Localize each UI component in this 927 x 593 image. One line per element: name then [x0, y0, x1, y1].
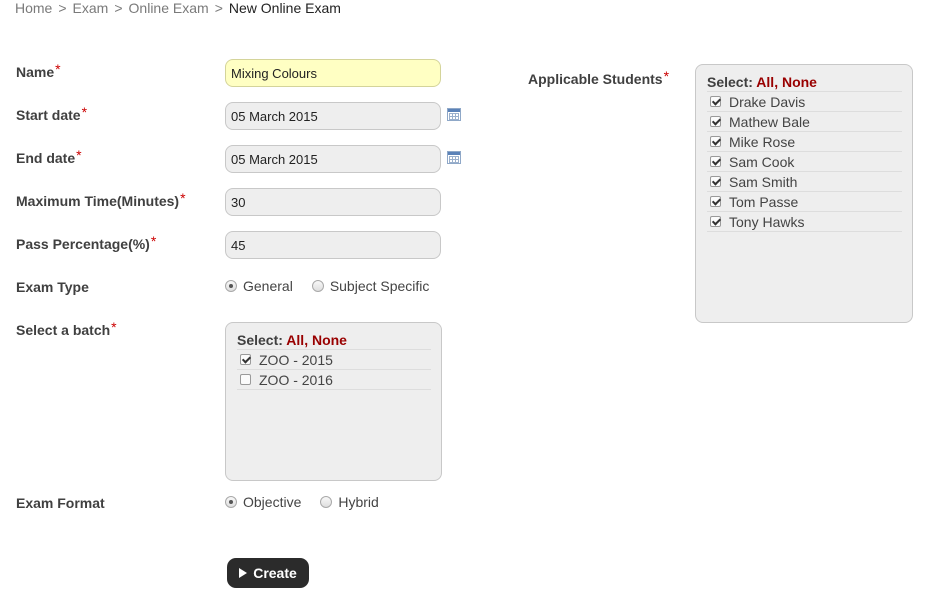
required-mark: * [150, 233, 157, 249]
batch-label: Select a batch* [16, 319, 117, 338]
exam-type-general-option[interactable]: General [225, 278, 293, 294]
exam-format-objective-radio[interactable] [225, 496, 237, 508]
exam-format-radio-group: Objective Hybrid [225, 494, 398, 510]
students-select-all-link[interactable]: All [756, 74, 774, 90]
student-checkbox[interactable] [710, 116, 721, 127]
batch-list: ZOO - 2015 ZOO - 2016 [237, 349, 431, 390]
breadcrumb-exam[interactable]: Exam [73, 0, 109, 16]
batch-item-label: ZOO - 2015 [259, 351, 333, 368]
name-label: Name* [16, 61, 61, 80]
max-time-input[interactable] [225, 188, 441, 216]
batch-checkbox[interactable] [240, 374, 251, 385]
start-date-label-text: Start date [16, 107, 81, 123]
breadcrumb-online-exam[interactable]: Online Exam [129, 0, 209, 16]
student-item-label: Tom Passe [729, 193, 799, 210]
batch-item[interactable]: ZOO - 2016 [237, 370, 431, 390]
required-mark: * [180, 190, 186, 206]
students-label: Applicable Students* [528, 68, 670, 87]
exam-type-general-label: General [243, 278, 293, 294]
name-input[interactable] [225, 59, 441, 87]
exam-format-objective-label: Objective [243, 494, 302, 510]
students-label-text: Applicable Students [528, 71, 663, 87]
required-mark: * [111, 319, 117, 335]
required-mark: * [55, 61, 61, 77]
batch-checklist-box: Select: All, None ZOO - 2015 ZOO - 2016 [225, 322, 442, 481]
required-mark: * [76, 147, 82, 163]
exam-type-subject-specific-label: Subject Specific [329, 278, 430, 294]
end-date-label-text: End date [16, 150, 76, 166]
end-date-input[interactable] [225, 145, 441, 173]
play-icon [239, 568, 248, 578]
student-item[interactable]: Mike Rose [707, 132, 902, 152]
student-checkbox[interactable] [710, 156, 721, 167]
calendar-icon[interactable] [447, 151, 461, 164]
required-mark: * [81, 104, 88, 120]
exam-format-hybrid-label: Hybrid [338, 494, 379, 510]
name-label-text: Name [16, 64, 55, 80]
exam-format-objective-option[interactable]: Objective [225, 494, 301, 510]
breadcrumb-home[interactable]: Home [15, 0, 52, 16]
breadcrumb-separator: > [114, 0, 123, 16]
students-select-prefix: Select: [707, 74, 753, 90]
exam-type-subject-specific-option[interactable]: Subject Specific [311, 278, 430, 294]
student-checkbox[interactable] [710, 96, 721, 107]
start-date-label: Start date* [16, 104, 88, 123]
student-checkbox[interactable] [710, 216, 721, 227]
student-item-label: Mike Rose [729, 133, 796, 150]
exam-format-label: Exam Format [16, 495, 105, 511]
student-item-label: Sam Smith [729, 173, 798, 190]
student-checkbox[interactable] [710, 176, 721, 187]
max-time-label-text: Maximum Time(Minutes) [16, 193, 180, 209]
batch-item-label: ZOO - 2016 [259, 371, 333, 388]
exam-format-hybrid-radio[interactable] [320, 496, 333, 508]
student-item-label: Tony Hawks [729, 213, 805, 230]
exam-type-radio-group: General Subject Specific [225, 278, 448, 294]
students-select-none-link[interactable]: None [782, 74, 817, 90]
comma: , [304, 332, 309, 348]
student-item[interactable]: Drake Davis [707, 92, 902, 112]
student-item[interactable]: Sam Smith [707, 172, 902, 192]
max-time-label: Maximum Time(Minutes)* [16, 190, 186, 209]
batch-select-prefix: Select: [237, 332, 283, 348]
breadcrumb-separator: > [58, 0, 67, 16]
student-item[interactable]: Tony Hawks [707, 212, 902, 232]
pass-percentage-label: Pass Percentage(%)* [16, 233, 157, 252]
calendar-icon[interactable] [447, 108, 461, 121]
student-item[interactable]: Tom Passe [707, 192, 902, 212]
batch-select-all-link[interactable]: All [286, 332, 304, 348]
start-date-input[interactable] [225, 102, 441, 130]
batch-label-text: Select a batch [16, 322, 111, 338]
batch-checkbox[interactable] [240, 354, 251, 365]
create-button-label: Create [253, 565, 297, 581]
exam-format-hybrid-option[interactable]: Hybrid [320, 494, 379, 510]
student-item[interactable]: Mathew Bale [707, 112, 902, 132]
breadcrumb-separator: > [214, 0, 223, 16]
end-date-label: End date* [16, 147, 82, 166]
students-list: Drake Davis Mathew Bale Mike Rose Sam Co… [707, 91, 902, 232]
required-mark: * [663, 68, 670, 84]
pass-percentage-input[interactable] [225, 231, 441, 259]
student-item-label: Sam Cook [729, 153, 795, 170]
student-item-label: Mathew Bale [729, 113, 810, 130]
students-select-header: Select: All, None [707, 74, 817, 90]
exam-type-label: Exam Type [16, 279, 89, 295]
student-item-label: Drake Davis [729, 93, 806, 110]
exam-type-subject-specific-radio[interactable] [311, 280, 324, 292]
student-item[interactable]: Sam Cook [707, 152, 902, 172]
exam-type-general-radio[interactable] [225, 280, 237, 292]
comma: , [774, 74, 779, 90]
breadcrumb: Home > Exam > Online Exam > New Online Exam [15, 0, 341, 16]
breadcrumb-current: New Online Exam [228, 0, 341, 16]
student-checkbox[interactable] [710, 136, 721, 147]
batch-item[interactable]: ZOO - 2015 [237, 350, 431, 370]
students-checklist-box: Select: All, None Drake Davis Mathew Bal… [695, 64, 913, 323]
pass-percentage-label-text: Pass Percentage(%) [16, 236, 150, 252]
create-button[interactable]: Create [227, 558, 309, 588]
batch-select-header: Select: All, None [237, 332, 347, 348]
student-checkbox[interactable] [710, 196, 721, 207]
batch-select-none-link[interactable]: None [312, 332, 347, 348]
